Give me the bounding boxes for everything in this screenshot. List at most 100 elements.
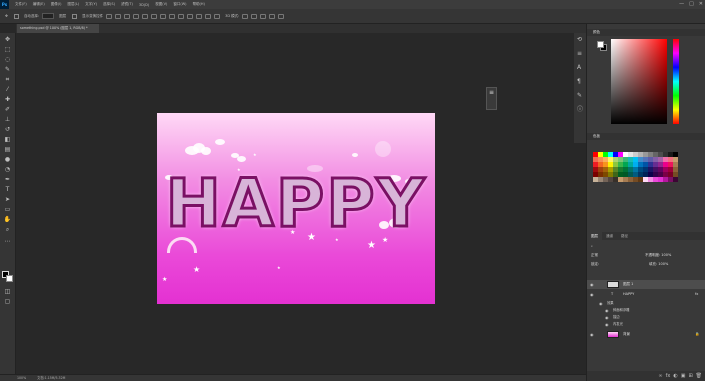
effects-group[interactable]: ◉ 效果 [587, 300, 705, 307]
clone-stamp-tool-icon[interactable]: ⊥ [4, 117, 11, 123]
blend-mode-dropdown[interactable]: 正常 [591, 251, 598, 260]
add-adjustment-icon[interactable]: ◐ [673, 373, 677, 379]
background-color-swatch[interactable] [6, 275, 13, 282]
close-button[interactable]: ✕ [699, 1, 703, 7]
menu-edit[interactable]: 编辑(E) [33, 2, 45, 7]
happy-text-layer[interactable]: HAPPY [157, 167, 435, 240]
visibility-eye-icon[interactable]: ◉ [590, 330, 594, 339]
align-middle-icon[interactable] [142, 13, 149, 19]
effect-item[interactable]: ◉ 内发光 [587, 321, 705, 328]
zoom-level[interactable]: 100% [17, 376, 26, 380]
quick-select-tool-icon[interactable]: ✎ [4, 67, 11, 73]
add-style-icon[interactable]: fx [666, 373, 671, 379]
menu-window[interactable]: 窗口(W) [173, 2, 186, 7]
color-foreground-swatch[interactable] [597, 41, 604, 48]
screen-mode-icon[interactable]: ▢ [4, 299, 11, 305]
auto-select-dropdown[interactable] [42, 13, 55, 19]
pen-tool-icon[interactable]: ✒ [4, 177, 11, 183]
history-brush-tool-icon[interactable]: ↺ [4, 127, 11, 133]
auto-select-checkbox[interactable] [13, 13, 19, 19]
type-tool-icon[interactable]: T [4, 187, 11, 193]
adjustments-icon[interactable]: A [577, 65, 584, 71]
move-tool-icon[interactable]: ✥ [5, 14, 8, 18]
path-selection-tool-icon[interactable]: ➤ [4, 197, 11, 203]
marquee-tool-icon[interactable]: ⬚ [4, 47, 11, 53]
visibility-eye-icon[interactable]: ◉ [605, 307, 609, 314]
lasso-tool-icon[interactable]: ◌ [4, 57, 11, 63]
link-layers-icon[interactable]: ∞ [658, 373, 662, 379]
visibility-eye-icon[interactable]: ◉ [590, 280, 594, 289]
collapsed-panel-icon[interactable]: ≡ [486, 87, 497, 110]
3d-slide-icon[interactable] [269, 13, 276, 19]
layer-name[interactable]: 背景 [623, 330, 630, 339]
new-layer-icon[interactable]: ⊞ [688, 373, 692, 379]
history-icon[interactable]: ⟲ [577, 37, 584, 43]
delete-layer-icon[interactable]: 🗑 [696, 373, 702, 379]
3d-orbit-icon[interactable] [242, 13, 249, 19]
align-right-icon[interactable] [124, 13, 131, 19]
healing-brush-tool-icon[interactable]: ✚ [4, 97, 11, 103]
maximize-button[interactable]: □ [689, 1, 694, 7]
tab-layers[interactable]: 图层 [587, 232, 602, 240]
crop-tool-icon[interactable]: ⌗ [4, 77, 11, 83]
eyedropper-tool-icon[interactable]: ⁄ [4, 87, 11, 93]
menu-layer[interactable]: 图层(L) [67, 2, 79, 7]
distribute-top-icon[interactable] [187, 13, 194, 19]
effect-item[interactable]: ◉ 描边 [587, 314, 705, 321]
layer-name[interactable]: 图层 1 [623, 280, 633, 289]
menu-view[interactable]: 视图(V) [155, 2, 167, 7]
minimize-button[interactable]: — [679, 1, 684, 7]
visibility-eye-icon[interactable]: ◉ [605, 321, 609, 328]
menu-type[interactable]: 文字(Y) [85, 2, 97, 7]
layer-row[interactable]: ◉ 背景 🔒 [587, 330, 705, 339]
auto-align-icon[interactable] [214, 13, 221, 19]
swatches-panel-title[interactable]: 色板 [587, 133, 705, 140]
gradient-tool-icon[interactable]: ▤ [4, 147, 11, 153]
layer-name[interactable]: HAPPY [623, 290, 634, 299]
eraser-tool-icon[interactable]: ◧ [4, 137, 11, 143]
color-picker-field[interactable] [611, 39, 667, 124]
effect-item[interactable]: ◉ 斜面和浮雕 [587, 307, 705, 314]
3d-pan-icon[interactable] [260, 13, 267, 19]
distribute-left-icon[interactable] [160, 13, 167, 19]
menu-help[interactable]: 帮助(H) [193, 2, 205, 7]
menu-image[interactable]: 图像(I) [51, 2, 62, 7]
add-mask-icon[interactable]: ▣ [681, 373, 686, 379]
3d-scale-icon[interactable] [278, 13, 285, 19]
align-center-icon[interactable] [115, 13, 122, 19]
menu-select[interactable]: 选择(S) [103, 2, 115, 7]
info-icon[interactable]: ⓘ [577, 107, 584, 113]
menu-3d[interactable]: 3D(D) [139, 3, 149, 7]
rectangle-tool-icon[interactable]: ▭ [4, 207, 11, 213]
tab-paths[interactable]: 路径 [617, 232, 632, 240]
brush-settings-icon[interactable]: ✎ [577, 93, 584, 99]
opacity-field[interactable]: 不透明度: 100% [645, 251, 671, 260]
distribute-center-icon[interactable] [169, 13, 176, 19]
document-canvas[interactable]: HAPPY ★ ★ ★ ★ ★ ★ ★ ★ ★ ★ [157, 113, 435, 304]
color-swatch[interactable] [673, 177, 678, 182]
fill-field[interactable]: 填充: 100% [649, 260, 668, 269]
hand-tool-icon[interactable]: ✋ [4, 217, 11, 223]
brush-tool-icon[interactable]: ✐ [4, 107, 11, 113]
layer-row[interactable]: ◉ 图层 1 [587, 280, 705, 289]
document-tab[interactable]: something.psd @ 100% (图层 1, RGB/8) * [17, 24, 99, 33]
align-top-icon[interactable] [133, 13, 140, 19]
zoom-tool-icon[interactable]: ⌕ [4, 227, 11, 233]
dodge-tool-icon[interactable]: ◔ [4, 167, 11, 173]
tab-channels[interactable]: 通道 [602, 232, 617, 240]
quick-mask-icon[interactable]: ◫ [4, 289, 11, 295]
menu-file[interactable]: 文件(F) [15, 2, 27, 7]
distribute-bottom-icon[interactable] [205, 13, 212, 19]
hue-slider[interactable] [673, 39, 679, 124]
visibility-eye-icon[interactable]: ◉ [599, 300, 603, 307]
blur-tool-icon[interactable]: ● [4, 157, 11, 163]
more-tools-icon[interactable]: ⋯ [4, 239, 11, 245]
properties-icon[interactable]: ≡ [577, 51, 584, 57]
align-bottom-icon[interactable] [151, 13, 158, 19]
transform-controls-checkbox[interactable] [72, 13, 78, 19]
visibility-eye-icon[interactable]: ◉ [605, 314, 609, 321]
move-tool-icon[interactable]: ✥ [4, 37, 11, 43]
menu-filter[interactable]: 滤镜(T) [121, 2, 133, 7]
color-panel-title[interactable]: 颜色 [587, 29, 705, 36]
layer-row[interactable]: ◉ T HAPPY fx [587, 290, 705, 299]
